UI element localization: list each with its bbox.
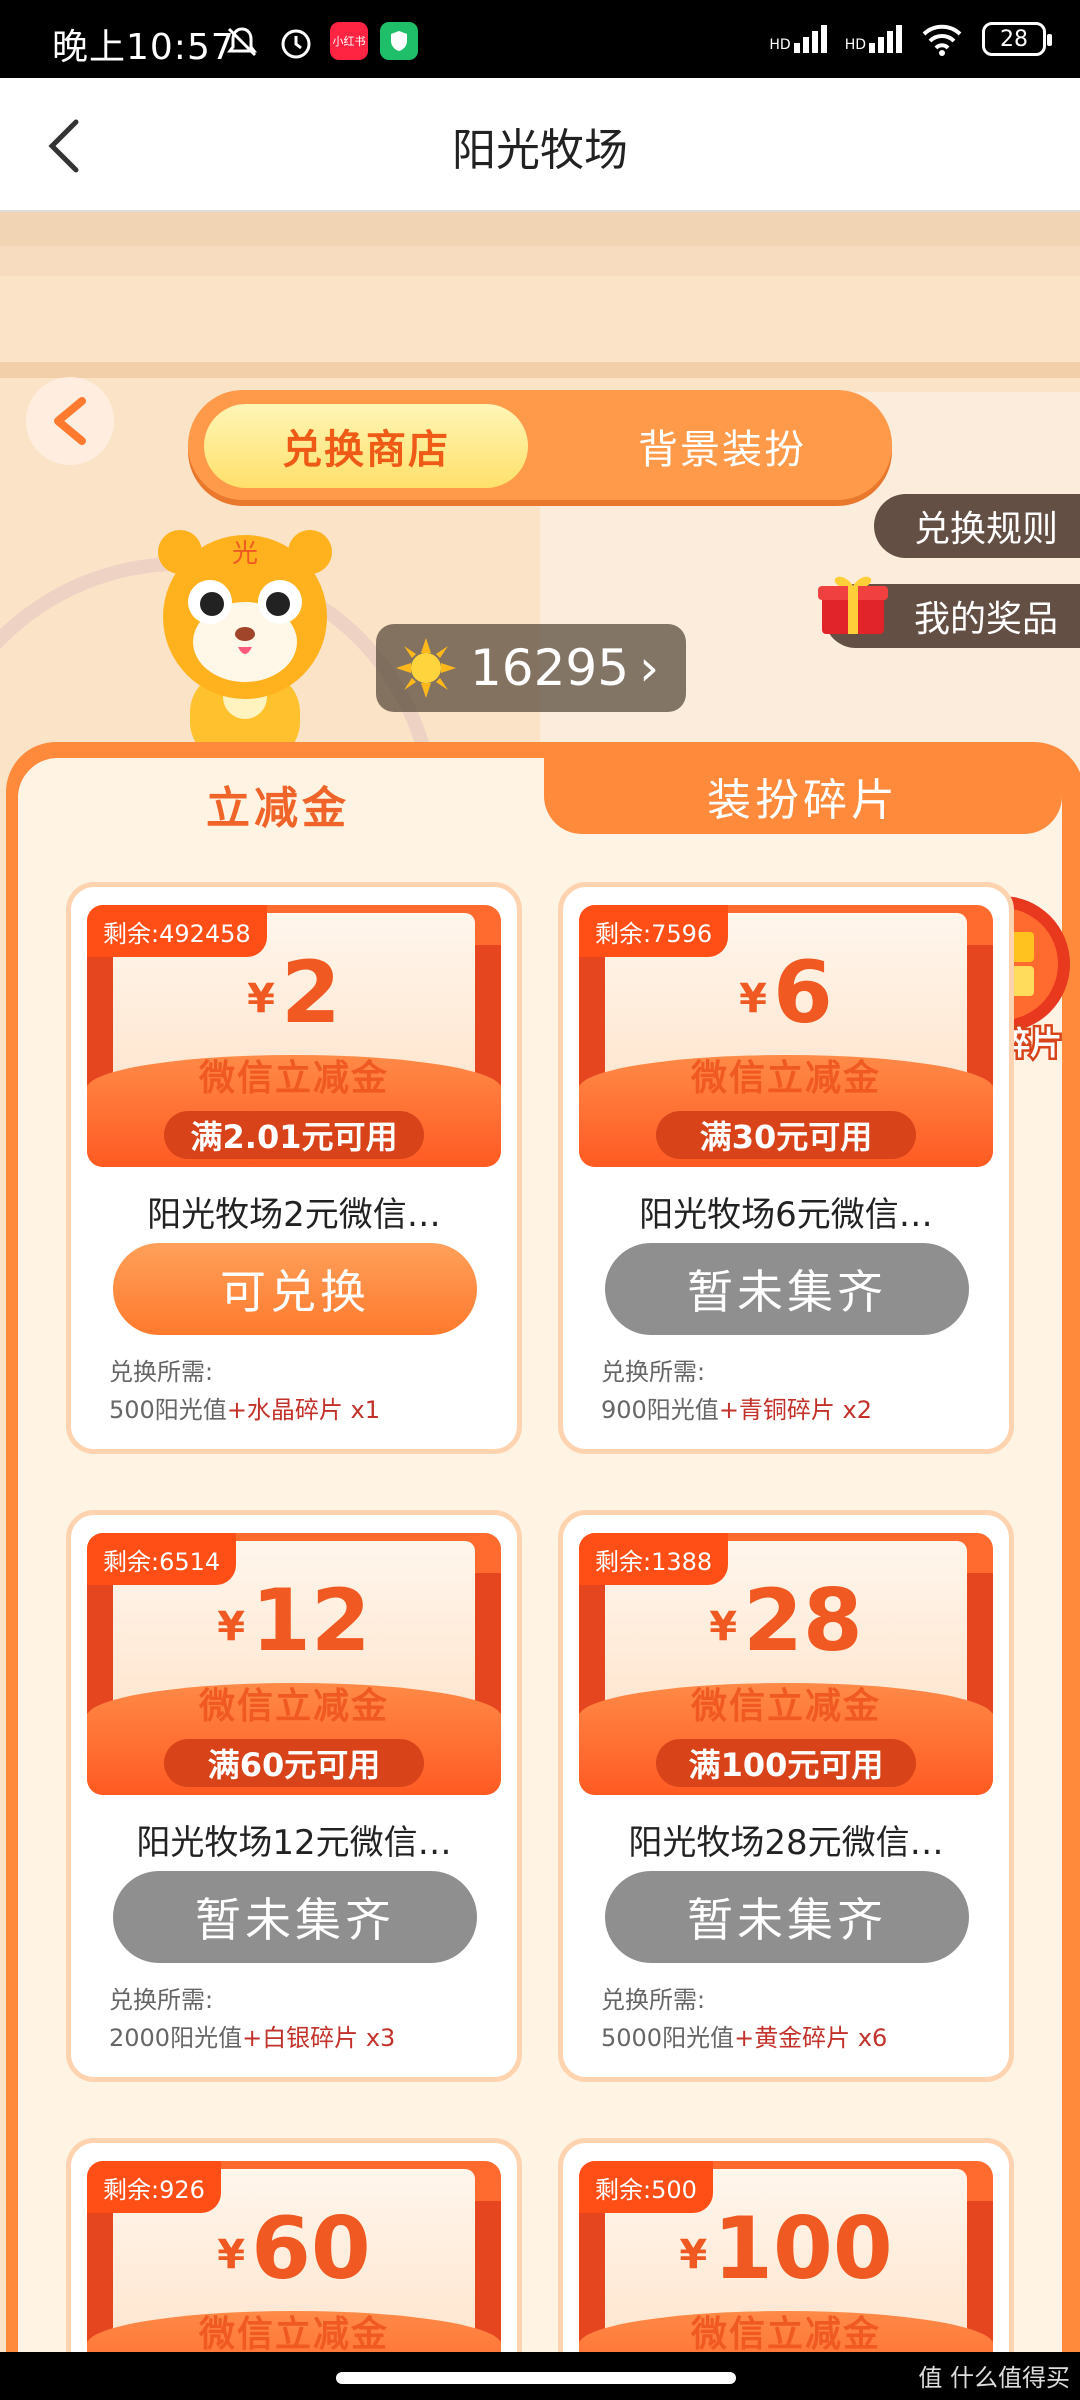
- redeem-button[interactable]: 可兑换: [113, 1243, 477, 1335]
- coupon-amount: ¥100: [679, 2199, 893, 2299]
- xiaohongshu-app-icon: 小红书: [330, 22, 368, 60]
- signal-icon: HD: [769, 25, 827, 53]
- coupon-condition: 满2.01元可用: [164, 1111, 424, 1159]
- sunshine-balance-button[interactable]: 16295 ›: [376, 624, 686, 712]
- coupon-name: 阳光牧场2元微信…: [147, 1195, 441, 1235]
- coupon-amount: ¥12: [217, 1571, 371, 1671]
- wall-band: [0, 362, 1080, 378]
- requirement: 兑换所需: 2000阳光值+白银碎片 x3: [109, 1986, 396, 2052]
- coupon-condition: 满30元可用: [656, 1111, 916, 1159]
- alarm-icon: [281, 29, 311, 59]
- watermark: 值 什么值得买: [918, 2364, 1070, 2392]
- chevron-right-icon: ›: [639, 639, 660, 697]
- requirement: 兑换所需: 500阳光值+水晶碎片 x1: [109, 1358, 381, 1424]
- coupon-ticket: 剩余:1388 ¥28 微信立减金 满100元可用: [579, 1533, 993, 1795]
- shop-segment-control: 兑换商店 背景装扮: [188, 390, 892, 500]
- wifi-icon: [922, 24, 962, 56]
- gift-icon: [818, 576, 888, 634]
- status-right: HD HD 28: [769, 22, 1052, 56]
- wall-band: [0, 212, 1080, 246]
- coupon-card[interactable]: 剩余:926 ¥60 微信立减金: [66, 2138, 522, 2400]
- coupon-ticket: 剩余:492458 ¥2 微信立减金 满2.01元可用: [87, 905, 501, 1167]
- wall-band: [0, 246, 1080, 276]
- coupon-card[interactable]: 剩余:492458 ¥2 微信立减金 满2.01元可用 阳光牧场2元微信… 可兑…: [66, 882, 522, 1454]
- coupon-card[interactable]: 剩余:1388 ¥28 微信立减金 满100元可用 阳光牧场28元微信… 暂未集…: [558, 1510, 1014, 2082]
- coupon-amount: ¥60: [217, 2199, 371, 2299]
- scene-back-button[interactable]: [26, 377, 114, 465]
- coupon-type: 微信立减金: [198, 2314, 389, 2355]
- status-bar: 晚上10:57 小红书 HD HD 28: [0, 0, 1080, 78]
- title-bar: 阳光牧场: [0, 78, 1080, 212]
- page-title: 阳光牧场: [452, 125, 628, 176]
- tiger-mascot: 光: [158, 530, 332, 762]
- tab-discount-coupon[interactable]: 立减金: [18, 758, 538, 850]
- not-collected-button[interactable]: 暂未集齐: [113, 1871, 477, 1963]
- coupon-card[interactable]: 剩余:500 ¥100 微信立减金: [558, 2138, 1014, 2400]
- not-collected-button[interactable]: 暂未集齐: [605, 1243, 969, 1335]
- coupon-name: 阳光牧场28元微信…: [628, 1823, 944, 1863]
- signal-icon-2: HD: [845, 25, 902, 53]
- segment-background-dress[interactable]: 背景装扮: [560, 404, 884, 488]
- chevron-left-icon: [54, 397, 86, 445]
- coupon-ticket: 剩余:7596 ¥6 微信立减金 满30元可用: [579, 905, 993, 1167]
- home-indicator[interactable]: [336, 2372, 736, 2384]
- coupon-condition: 满60元可用: [164, 1739, 424, 1787]
- coupon-type: 微信立减金: [690, 2314, 881, 2355]
- category-tabs: 立减金 装扮碎片: [18, 758, 1062, 850]
- not-collected-button[interactable]: 暂未集齐: [605, 1871, 969, 1963]
- status-time: 晚上10:57: [52, 27, 235, 68]
- mute-bell-icon: [227, 27, 257, 57]
- coupon-name: 阳光牧场6元微信…: [639, 1195, 933, 1235]
- segment-exchange-shop[interactable]: 兑换商店: [204, 404, 528, 488]
- coupon-type: 微信立减金: [690, 1058, 881, 1099]
- shield-app-icon: [380, 22, 418, 60]
- sunshine-value: 16295: [470, 639, 630, 697]
- coupon-type: 微信立减金: [198, 1058, 389, 1099]
- sun-icon: [396, 638, 456, 698]
- battery-icon: 28: [982, 22, 1052, 56]
- coupon-type: 微信立减金: [690, 1686, 881, 1727]
- exchange-rules-button[interactable]: 兑换规则: [873, 494, 1080, 558]
- coupon-card[interactable]: 剩余:7596 ¥6 微信立减金 满30元可用 阳光牧场6元微信… 暂未集齐 兑…: [558, 882, 1014, 1454]
- coupon-condition: 满100元可用: [656, 1739, 916, 1787]
- coupon-amount: ¥6: [739, 943, 833, 1043]
- requirement: 兑换所需: 900阳光值+青铜碎片 x2: [601, 1358, 873, 1424]
- coupon-amount: ¥28: [709, 1571, 863, 1671]
- requirement: 兑换所需: 5000阳光值+黄金碎片 x6: [601, 1986, 888, 2052]
- coupon-ticket: 剩余:6514 ¥12 微信立减金 满60元可用: [87, 1533, 501, 1795]
- coupon-name: 阳光牧场12元微信…: [136, 1823, 452, 1863]
- coupon-type: 微信立减金: [198, 1686, 389, 1727]
- tiger-badge: 光: [232, 539, 258, 569]
- tab-dress-fragments[interactable]: 装扮碎片: [544, 758, 1062, 834]
- coupon-amount: ¥2: [247, 943, 341, 1043]
- coupon-card[interactable]: 剩余:6514 ¥12 微信立减金 满60元可用 阳光牧场12元微信… 暂未集齐…: [66, 1510, 522, 2082]
